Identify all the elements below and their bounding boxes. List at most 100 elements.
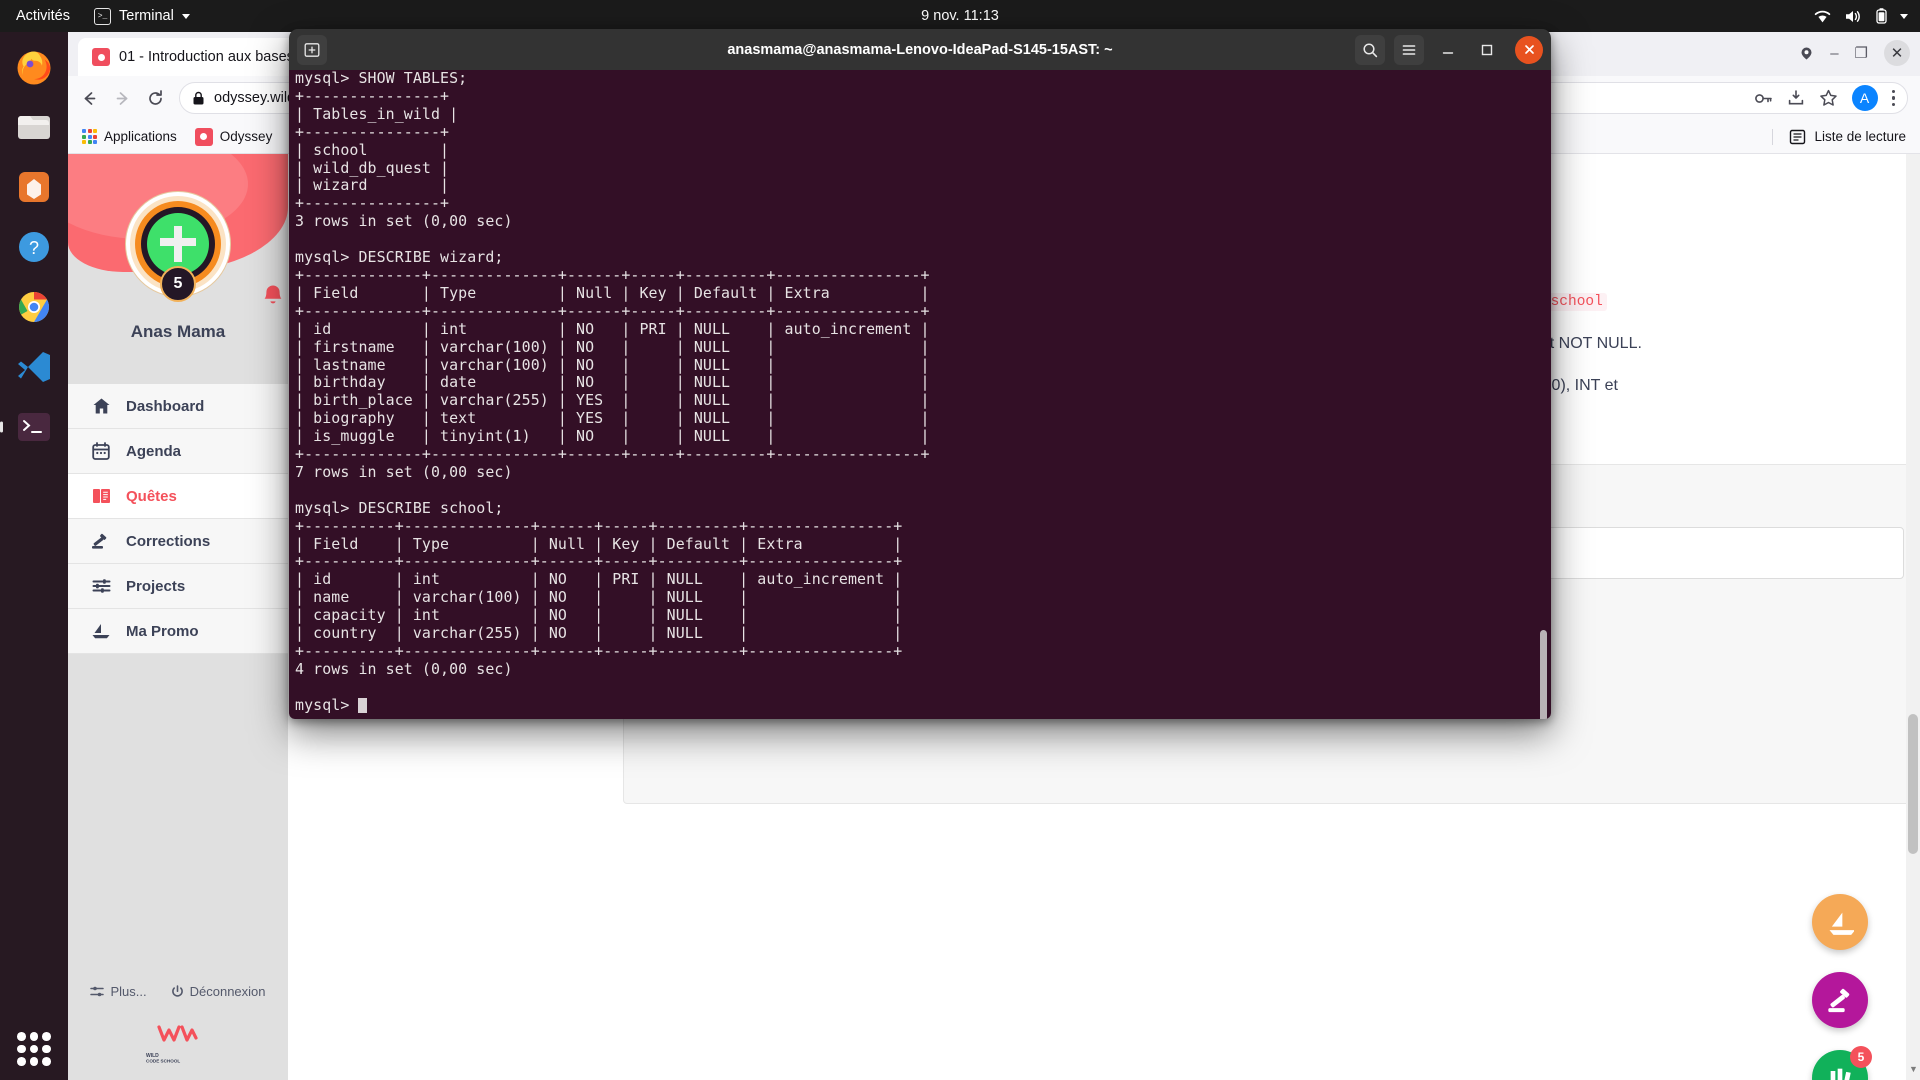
dot <box>17 1044 26 1054</box>
dock-item-terminal[interactable] <box>9 402 59 452</box>
bookmark-label: Applications <box>104 129 177 144</box>
bookmark-label: Odyssey <box>219 129 273 144</box>
bookmark-star-icon[interactable] <box>1819 89 1838 107</box>
bookmark-applications[interactable]: Applications <box>82 129 177 144</box>
sliders-icon <box>90 577 112 595</box>
dot <box>29 1044 39 1054</box>
search-icon[interactable] <box>1355 34 1385 65</box>
app-sidebar: 7 <box>68 154 288 1080</box>
site-favicon <box>92 48 110 66</box>
minimize-button[interactable]: – <box>1830 46 1838 61</box>
library-fab[interactable]: 5 <box>1812 1046 1872 1080</box>
ubuntu-software-icon <box>19 172 49 202</box>
dot <box>29 1032 39 1041</box>
ubuntu-dock: ? <box>0 32 68 1080</box>
status-chevron-down-icon[interactable] <box>1900 13 1908 19</box>
dot <box>42 1032 51 1041</box>
user-name: Anas Mama <box>130 322 226 341</box>
dot <box>17 1057 26 1066</box>
clock[interactable]: 9 nov. 11:13 <box>921 8 999 24</box>
browser-window-controls: – ❐ ✕ <box>1799 40 1910 66</box>
profile-avatar[interactable]: A <box>1851 85 1878 111</box>
dot <box>42 1057 51 1066</box>
terminal-output: mysql> SHOW TABLES; +---------------+ | … <box>295 70 930 714</box>
dock-item-chrome[interactable] <box>9 282 59 332</box>
sidebar-logout-button[interactable]: Déconnexion <box>171 984 266 999</box>
library-icon <box>1830 1068 1851 1080</box>
reload-button[interactable] <box>146 89 165 108</box>
terminal-titlebar: anasmama@anasmama-Lenovo-IdeaPad-S145-15… <box>289 29 1551 70</box>
more-label: Plus... <box>110 983 147 999</box>
sailboat-fab[interactable] <box>1812 894 1868 950</box>
terminal-dock-icon <box>18 413 50 441</box>
back-button[interactable] <box>80 89 99 108</box>
close-button[interactable]: ✕ <box>1884 40 1910 66</box>
sidebar-item-agenda[interactable]: Agenda <box>68 429 288 474</box>
dock-item-firefox[interactable] <box>9 42 59 92</box>
password-key-icon[interactable] <box>1754 90 1773 107</box>
restore-button[interactable]: ❐ <box>1855 46 1868 61</box>
sidebar-item-projects[interactable]: Projects <box>68 564 288 609</box>
sailboat-icon <box>1829 912 1854 935</box>
sidebar-item-corrections[interactable]: Corrections <box>68 519 288 564</box>
sidebar-nav: Dashboard Agenda Quêtes Corrections Proj… <box>68 384 288 654</box>
sidebar-more-button[interactable]: Plus... <box>90 983 147 999</box>
terminal-scrollbar-thumb[interactable] <box>1540 630 1547 719</box>
sidebar-item-label: Ma Promo <box>126 622 199 640</box>
terminal-window: anasmama@anasmama-Lenovo-IdeaPad-S145-15… <box>289 29 1551 719</box>
wild-code-school-logo-icon <box>157 1025 198 1042</box>
floating-action-buttons: 5 <box>1812 894 1872 1080</box>
terminal-window-controls <box>1355 34 1543 65</box>
volume-icon <box>1846 10 1860 22</box>
browser-menu-icon[interactable] <box>1891 89 1895 107</box>
book-icon <box>90 487 112 505</box>
terminal-maximize-button[interactable] <box>1472 35 1502 65</box>
dock-item-help[interactable]: ? <box>9 222 59 272</box>
scroll-down-arrow-icon[interactable]: ▼ <box>1909 1064 1918 1074</box>
scrollbar-thumb[interactable] <box>1908 714 1918 854</box>
desktop-root: Activités >_ Terminal 9 nov. 11:13 ? 01 … <box>0 0 1920 1080</box>
chevron-down-icon <box>181 13 190 19</box>
terminal-close-button[interactable] <box>1515 35 1543 64</box>
sidebar-item-dashboard[interactable]: Dashboard <box>68 384 288 429</box>
address-bar-actions: A <box>1754 85 1895 111</box>
app-menu-terminal[interactable]: >_ Terminal <box>84 7 200 25</box>
gavel-fab[interactable] <box>1812 972 1868 1028</box>
app-menu-label: Terminal <box>119 8 174 24</box>
activities-button[interactable]: Activités <box>0 8 84 24</box>
gavel-icon <box>1828 988 1850 1013</box>
new-tab-icon[interactable] <box>297 34 327 65</box>
terminal-icon: >_ <box>94 7 111 25</box>
dock-item-software[interactable] <box>9 162 59 212</box>
svg-text:?: ? <box>29 238 39 258</box>
reading-list-button[interactable]: Liste de lecture <box>1772 128 1906 145</box>
power-icon <box>171 984 183 997</box>
dock-item-vscode[interactable] <box>9 342 59 392</box>
terminal-body[interactable]: mysql> SHOW TABLES; +---------------+ | … <box>289 70 1551 719</box>
dot <box>42 1044 51 1054</box>
logout-label: Déconnexion <box>189 983 266 999</box>
home-icon <box>90 397 112 415</box>
sidebar-item-quetes[interactable]: Quêtes <box>68 474 288 519</box>
forward-button[interactable] <box>113 89 132 108</box>
show-applications-button[interactable] <box>17 1032 51 1066</box>
save-to-pocket-icon[interactable] <box>1787 89 1805 107</box>
terminal-minimize-button[interactable] <box>1433 35 1463 65</box>
sidebar-item-label: Dashboard <box>126 397 205 415</box>
firefox-account-icon[interactable] <box>1799 46 1814 61</box>
sidebar-item-label: Projects <box>126 577 186 595</box>
page-scrollbar[interactable]: ▼ <box>1906 154 1920 1080</box>
dock-item-files[interactable] <box>9 102 59 152</box>
bookmark-odyssey[interactable]: Odyssey <box>194 127 273 146</box>
calendar-icon <box>90 442 112 460</box>
sidebar-logo: WILD CODE SCHOOL <box>68 1008 288 1080</box>
sliders-small-icon <box>90 986 105 996</box>
reading-list-label: Liste de lecture <box>1814 129 1906 144</box>
sidebar-item-label: Quêtes <box>126 487 177 505</box>
sidebar-item-ma-promo[interactable]: Ma Promo <box>68 609 288 654</box>
system-status-area[interactable] <box>1814 8 1908 24</box>
hamburger-icon[interactable] <box>1394 34 1424 65</box>
browser-tab[interactable]: 01 - Introduction aux bases <box>78 38 308 76</box>
wifi-icon <box>1814 10 1831 22</box>
terminal-cursor <box>358 697 368 713</box>
